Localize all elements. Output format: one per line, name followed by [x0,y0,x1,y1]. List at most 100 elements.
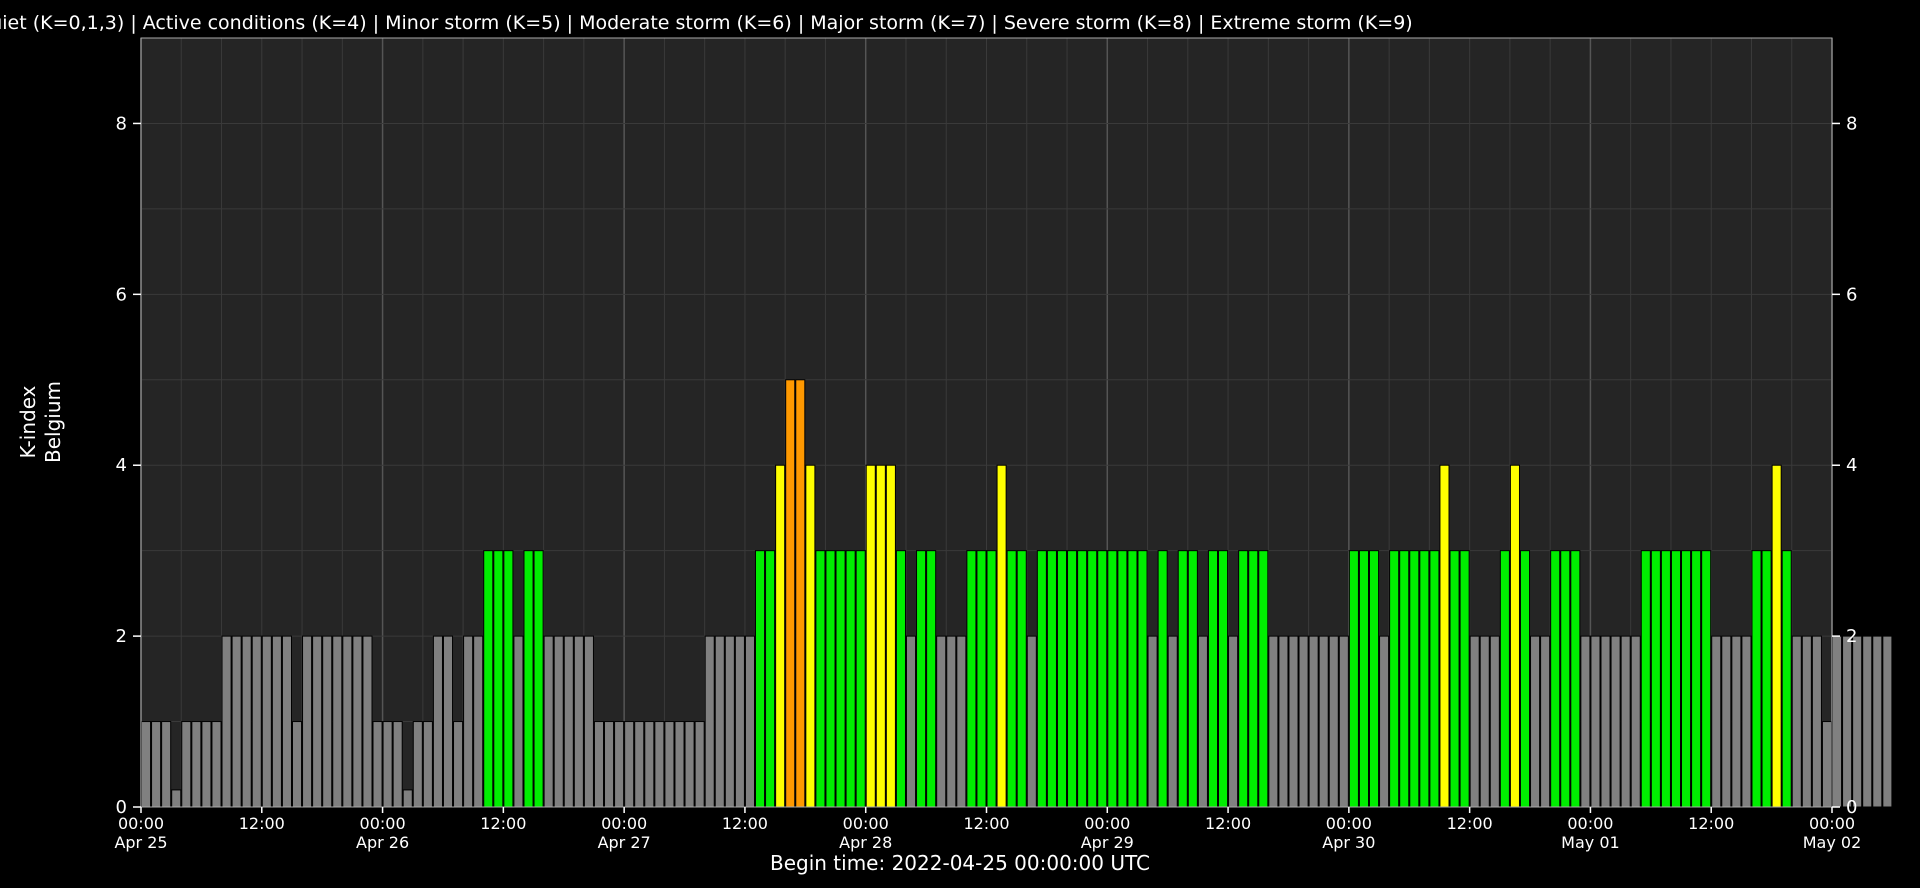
k-index-bar [1358,550,1369,808]
y-tick-label-right: 4 [1846,455,1857,476]
k-index-bar [1771,464,1782,808]
k-index-bar [261,635,272,808]
k-index-bar [1479,635,1490,808]
k-index-bar [1218,550,1229,808]
k-index-bar [1167,635,1178,808]
x-tick-label-time: 12:00 [722,814,768,833]
k-index-bar [1691,550,1702,808]
k-index-bar [1761,550,1772,808]
k-index-bar [1801,635,1812,808]
y-tick-label-left: 4 [116,455,127,476]
k-index-bar [563,635,574,808]
k-index-bar [1721,635,1732,808]
k-index-bar [1197,635,1208,808]
y-tick-label-right: 8 [1846,113,1857,134]
k-index-bar [1731,635,1742,808]
x-tick-label-time: 00:00 [601,814,647,833]
k-index-bar [1268,635,1279,808]
k-index-bar [583,635,594,808]
y-axis-label-kindex: K-index [16,385,40,458]
k-index-bar [593,721,605,808]
k-index-bar [1751,550,1762,808]
k-index-bar [976,550,987,808]
k-index-bar [1368,550,1380,808]
k-index-bar [211,721,222,808]
k-index-bar [1560,550,1571,808]
k-index-bar [835,550,846,808]
k-index-bar [241,635,252,808]
k-index-bar [614,721,625,808]
k-index-bar [744,635,755,808]
k-index-bar [1570,550,1581,808]
k-index-bar [553,635,564,808]
k-index-bar [463,635,474,808]
k-index-bar [1449,550,1460,808]
k-index-bar [1670,550,1682,808]
k-index-bar [815,550,826,808]
k-index-bar [1328,635,1339,808]
k-index-bar [654,721,665,808]
k-index-bar [181,721,192,808]
k-index-bar [1811,635,1822,808]
k-index-bar [644,721,655,808]
k-index-bar [533,550,544,808]
k-index-bar [322,635,333,808]
begin-time-label: Begin time: 2022-04-25 00:00:00 UTC [770,851,1150,875]
x-tick-label-date: Apr 30 [1322,833,1375,852]
k-index-bar [1248,550,1259,808]
k-index-bar [1550,550,1561,808]
k-index-bar [664,721,675,808]
k-index-bar [171,789,182,808]
k-index-bar [1821,721,1833,808]
k-index-bar [1318,635,1329,808]
k-index-bar [412,721,423,808]
x-tick-label-date: Apr 27 [598,833,651,852]
x-tick-label-time: 12:00 [1205,814,1251,833]
k-index-bar [271,635,282,808]
k-index-bar [905,635,917,808]
x-tick-label-time: 00:00 [843,814,889,833]
k-index-bar [936,635,947,808]
k-index-bar [845,550,856,808]
x-tick-label-date: Apr 25 [114,833,167,852]
k-index-bar [1489,635,1500,808]
k-index-bar [875,464,886,808]
x-tick-label-date: Apr 26 [356,833,409,852]
k-index-bar [714,635,725,808]
k-index-bar [986,550,997,808]
k-index-bar [704,635,715,808]
k-index-bar [392,721,403,808]
k-index-bar [795,379,806,808]
k-index-bar [201,721,212,808]
k-index-bar [1791,635,1802,808]
x-tick-label-date: May 02 [1803,833,1862,852]
k-index-bar [1036,550,1047,808]
k-index-bar [684,721,695,808]
y-tick-label-left: 2 [116,626,127,647]
k-index-bar [231,635,242,808]
x-tick-label-time: 12:00 [963,814,1009,833]
k-index-bar [191,721,202,808]
k-index-bar [1540,635,1551,808]
k-index-bar [1077,550,1088,808]
k-index-bar [1067,550,1078,808]
k-index-bar [1600,635,1611,808]
k-index-bar [1842,635,1853,808]
k-index-bar [221,635,232,808]
k-index-bar [473,635,484,808]
k-index-bar [1288,635,1299,808]
k-index-bar [1610,635,1621,808]
y-tick-label-right: 2 [1846,626,1857,647]
x-tick-label-time: 00:00 [360,814,406,833]
k-index-bar [523,550,534,808]
k-index-bar [946,635,957,808]
k-index-bar [1348,550,1359,808]
k-index-bar [734,635,745,808]
k-index-bar [966,550,977,808]
k-index-bar [1137,550,1148,808]
k-index-bar [342,635,353,808]
y-tick-label-left: 8 [116,113,127,134]
k-index-bar [1177,550,1188,808]
k-index-bar [1429,550,1440,808]
k-index-bar [1681,550,1692,808]
